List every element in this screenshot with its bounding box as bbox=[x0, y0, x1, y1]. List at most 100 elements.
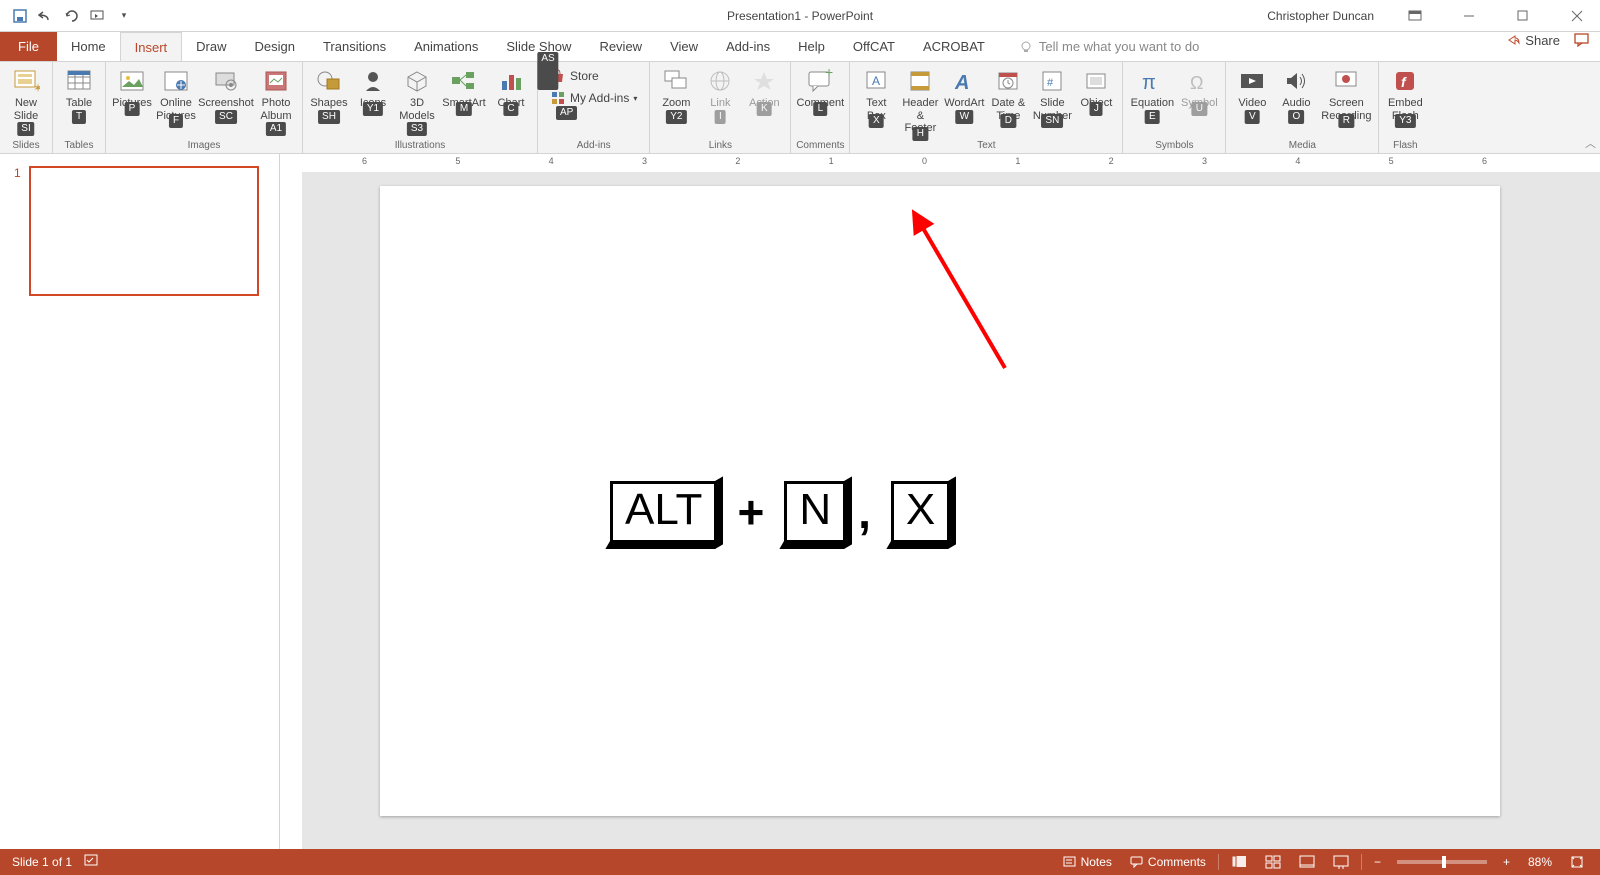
header-footer-icon bbox=[904, 66, 936, 96]
notes-button[interactable]: Notes bbox=[1055, 849, 1120, 875]
table-icon bbox=[63, 66, 95, 96]
group-addins: AS Store My Add-ins ▾ AP Add-ins bbox=[538, 62, 650, 153]
comments-icon bbox=[1130, 856, 1144, 868]
screenshot-icon bbox=[210, 66, 242, 96]
status-bar: Slide 1 of 1 Notes Comments − + 88% bbox=[0, 849, 1600, 875]
quick-access-toolbar: ▾ bbox=[0, 8, 132, 24]
tab-insert[interactable]: Insert bbox=[120, 32, 183, 61]
user-name[interactable]: Christopher Duncan bbox=[1267, 9, 1374, 23]
comma-separator: , bbox=[858, 485, 871, 539]
wordart-button[interactable]: A WordArt ▾ W bbox=[942, 64, 986, 120]
group-links: Zoom ▾ Y2 Link ▾ I Action K Links bbox=[650, 62, 791, 153]
keyboard-shortcut-display: ALT + N , X bbox=[610, 481, 950, 543]
annotation-arrow bbox=[905, 208, 1025, 388]
group-slides: ✶ New Slide ▾ SI Slides bbox=[0, 62, 53, 153]
ribbon-display-options-icon[interactable] bbox=[1392, 0, 1438, 32]
photo-album-button[interactable]: Photo Album ▾ A1 bbox=[254, 64, 298, 132]
3d-models-button[interactable]: 3D Models ▾ S3 bbox=[395, 64, 439, 132]
text-box-button[interactable]: A Text Box X bbox=[854, 64, 898, 124]
shapes-button[interactable]: Shapes ▾ SH bbox=[307, 64, 351, 120]
ribbon-tabs: File Home Insert Draw Design Transitions… bbox=[0, 32, 1600, 62]
spellcheck-icon[interactable] bbox=[84, 854, 100, 871]
group-media: Video ▾ V Audio ▾ O Screen Recording R M… bbox=[1226, 62, 1379, 153]
table-button[interactable]: Table ▾ T bbox=[57, 64, 101, 120]
pictures-icon bbox=[116, 66, 148, 96]
shapes-icon bbox=[313, 66, 345, 96]
date-time-button[interactable]: Date & Time D bbox=[986, 64, 1030, 124]
workspace: 1 6543210123456 ALT + N , X bbox=[0, 154, 1600, 849]
window-title: Presentation1 - PowerPoint bbox=[727, 9, 873, 23]
photo-album-icon bbox=[260, 66, 292, 96]
icons-button[interactable]: Icons Y1 bbox=[351, 64, 395, 112]
share-button[interactable]: Share bbox=[1507, 33, 1560, 48]
new-slide-button[interactable]: ✶ New Slide ▾ SI bbox=[4, 64, 48, 132]
close-button[interactable] bbox=[1554, 0, 1600, 32]
video-button[interactable]: Video ▾ V bbox=[1230, 64, 1274, 120]
tab-review[interactable]: Review bbox=[585, 32, 656, 61]
zoom-in-button[interactable]: + bbox=[1495, 849, 1518, 875]
chart-button[interactable]: Chart C bbox=[489, 64, 533, 112]
header-footer-button[interactable]: Header & Footer H bbox=[898, 64, 942, 137]
zoom-button[interactable]: Zoom ▾ Y2 bbox=[654, 64, 698, 120]
comment-button[interactable]: + Comment L bbox=[795, 64, 845, 112]
tab-animations[interactable]: Animations bbox=[400, 32, 492, 61]
tab-help[interactable]: Help bbox=[784, 32, 839, 61]
group-illustrations: Shapes ▾ SH Icons Y1 3D Models ▾ S3 Smar… bbox=[303, 62, 538, 153]
zoom-level[interactable]: 88% bbox=[1520, 849, 1560, 875]
tab-home[interactable]: Home bbox=[57, 32, 120, 61]
link-button: Link ▾ I bbox=[698, 64, 742, 120]
screen-recording-icon bbox=[1330, 66, 1362, 96]
horizontal-ruler[interactable]: 6543210123456 bbox=[280, 154, 1600, 172]
redo-icon[interactable] bbox=[64, 8, 80, 24]
screenshot-button[interactable]: Screenshot ▾ SC bbox=[198, 64, 254, 120]
start-from-beginning-icon[interactable] bbox=[90, 8, 106, 24]
tab-transitions[interactable]: Transitions bbox=[309, 32, 400, 61]
zoom-out-button[interactable]: − bbox=[1366, 849, 1389, 875]
reading-view-button[interactable] bbox=[1291, 849, 1323, 875]
tab-view[interactable]: View bbox=[656, 32, 712, 61]
tab-acrobat[interactable]: ACROBAT bbox=[909, 32, 999, 61]
qat-dropdown-icon[interactable]: ▾ bbox=[116, 8, 132, 24]
save-icon[interactable] bbox=[12, 8, 28, 24]
fit-to-window-button[interactable] bbox=[1562, 849, 1592, 875]
maximize-button[interactable] bbox=[1500, 0, 1546, 32]
slide-sorter-button[interactable] bbox=[1257, 849, 1289, 875]
slide-number-button[interactable]: # Slide Number SN bbox=[1030, 64, 1074, 124]
tab-addins[interactable]: Add-ins bbox=[712, 32, 784, 61]
online-pictures-button[interactable]: Online Pictures F bbox=[154, 64, 198, 124]
vertical-ruler[interactable] bbox=[280, 172, 302, 849]
comments-button[interactable]: Comments bbox=[1122, 849, 1214, 875]
tab-draw[interactable]: Draw bbox=[182, 32, 240, 61]
store-button[interactable]: AS Store bbox=[546, 66, 641, 86]
equation-button[interactable]: π Equation ▾ E bbox=[1127, 64, 1177, 120]
undo-icon[interactable] bbox=[38, 8, 54, 24]
slide-canvas[interactable]: ALT + N , X bbox=[380, 186, 1500, 816]
embed-flash-button[interactable]: f Embed Flash Y3 bbox=[1383, 64, 1427, 124]
tell-me-search[interactable]: Tell me what you want to do bbox=[1019, 32, 1199, 61]
normal-view-button[interactable] bbox=[1223, 849, 1255, 875]
group-flash: f Embed Flash Y3 Flash bbox=[1379, 62, 1431, 153]
new-slide-icon: ✶ bbox=[10, 66, 42, 96]
smartart-icon bbox=[448, 66, 480, 96]
slide-counter[interactable]: Slide 1 of 1 bbox=[12, 855, 72, 869]
zoom-slider[interactable] bbox=[1397, 860, 1487, 864]
group-tables: Table ▾ T Tables bbox=[53, 62, 106, 153]
minimize-button[interactable] bbox=[1446, 0, 1492, 32]
object-button[interactable]: Object J bbox=[1074, 64, 1118, 112]
collapse-ribbon-icon[interactable]: ︿ bbox=[1585, 135, 1596, 151]
feedback-icon[interactable] bbox=[1574, 32, 1590, 48]
tab-offcat[interactable]: OffCAT bbox=[839, 32, 909, 61]
svg-text:#: # bbox=[1047, 77, 1054, 89]
group-text: A Text Box X Header & Footer H A WordArt… bbox=[850, 62, 1123, 153]
pictures-button[interactable]: Pictures P bbox=[110, 64, 154, 112]
slideshow-view-button[interactable] bbox=[1325, 849, 1357, 875]
screen-recording-button[interactable]: Screen Recording R bbox=[1318, 64, 1374, 124]
equation-icon: π bbox=[1136, 66, 1168, 96]
smartart-button[interactable]: SmartArt M bbox=[439, 64, 489, 112]
tab-file[interactable]: File bbox=[0, 32, 57, 61]
slide-thumbnail-1[interactable] bbox=[29, 166, 259, 296]
slide-thumbnail-panel: 1 bbox=[0, 154, 280, 849]
audio-button[interactable]: Audio ▾ O bbox=[1274, 64, 1318, 120]
my-addins-button[interactable]: My Add-ins ▾ AP bbox=[546, 88, 641, 108]
tab-design[interactable]: Design bbox=[241, 32, 309, 61]
